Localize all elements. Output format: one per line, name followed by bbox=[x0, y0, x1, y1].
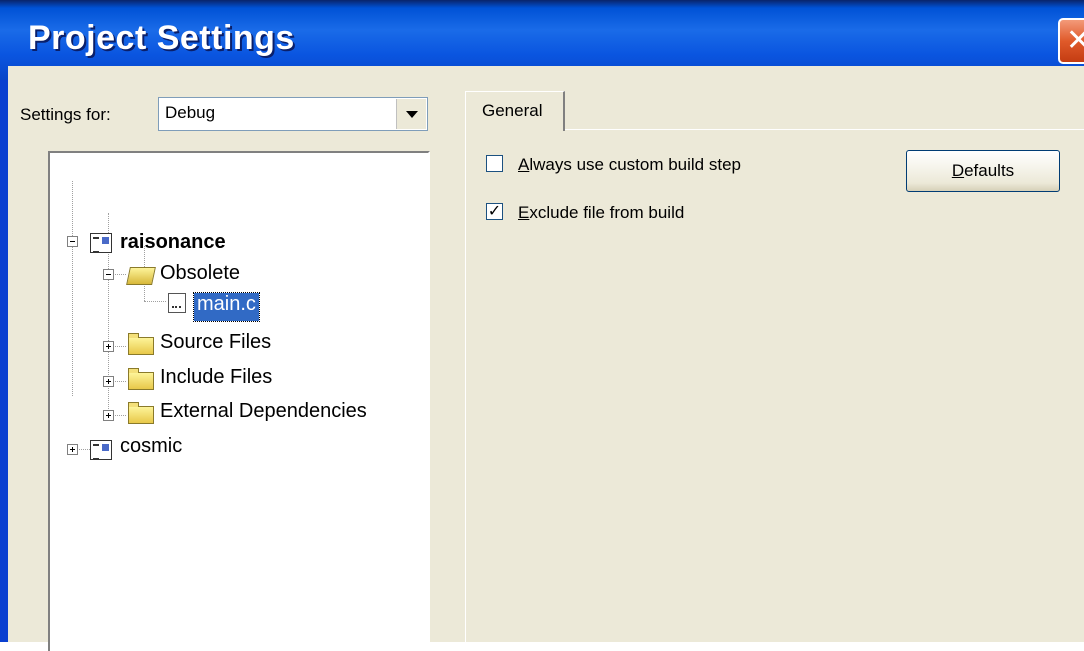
file-icon bbox=[168, 293, 186, 313]
folder-icon bbox=[128, 333, 154, 355]
collapse-icon[interactable] bbox=[67, 236, 78, 247]
window-title: Project Settings bbox=[28, 19, 295, 57]
dialog-body: Settings for: Debug raisonance Obsolete bbox=[8, 66, 1084, 651]
tree-item-main-c[interactable]: main.c bbox=[193, 292, 260, 322]
chevron-down-icon[interactable] bbox=[396, 99, 426, 129]
tree-item-cosmic[interactable]: cosmic bbox=[120, 435, 182, 463]
project-icon bbox=[90, 440, 112, 460]
settings-for-dropdown[interactable]: Debug bbox=[158, 97, 428, 131]
folder-open-icon bbox=[126, 267, 156, 285]
folder-icon bbox=[128, 402, 154, 424]
expand-icon[interactable] bbox=[103, 341, 114, 352]
collapse-icon[interactable] bbox=[103, 269, 114, 280]
settings-for-value: Debug bbox=[165, 103, 216, 122]
folder-icon bbox=[128, 368, 154, 390]
expand-icon[interactable] bbox=[67, 444, 78, 455]
tab-general-label: General bbox=[482, 101, 543, 120]
tree-item-include-files[interactable]: Include Files bbox=[160, 366, 272, 394]
expand-icon[interactable] bbox=[103, 410, 114, 421]
settings-for-label: Settings for: bbox=[20, 105, 111, 124]
tree-item-raisonance[interactable]: raisonance bbox=[120, 231, 226, 259]
exclude-from-build-label[interactable]: Exclude file from build bbox=[518, 203, 684, 223]
exclude-from-build-checkbox[interactable]: ✓ bbox=[486, 203, 503, 220]
custom-build-label[interactable]: Always use custom build step bbox=[518, 155, 741, 175]
project-icon bbox=[90, 233, 112, 253]
tree-item-obsolete[interactable]: Obsolete bbox=[160, 262, 240, 290]
defaults-button[interactable]: Defaults bbox=[906, 150, 1060, 192]
project-tree[interactable]: raisonance Obsolete main.c Source Files … bbox=[48, 151, 430, 651]
custom-build-checkbox[interactable] bbox=[486, 155, 503, 172]
project-settings-window: Project Settings ✕ Settings for: Debug r… bbox=[0, 0, 1084, 651]
tree-item-external-dependencies[interactable]: External Dependencies bbox=[160, 400, 367, 428]
close-icon[interactable]: ✕ bbox=[1058, 18, 1084, 64]
tab-general[interactable]: General bbox=[465, 91, 565, 131]
expand-icon[interactable] bbox=[103, 376, 114, 387]
tree-item-source-files[interactable]: Source Files bbox=[160, 331, 271, 359]
